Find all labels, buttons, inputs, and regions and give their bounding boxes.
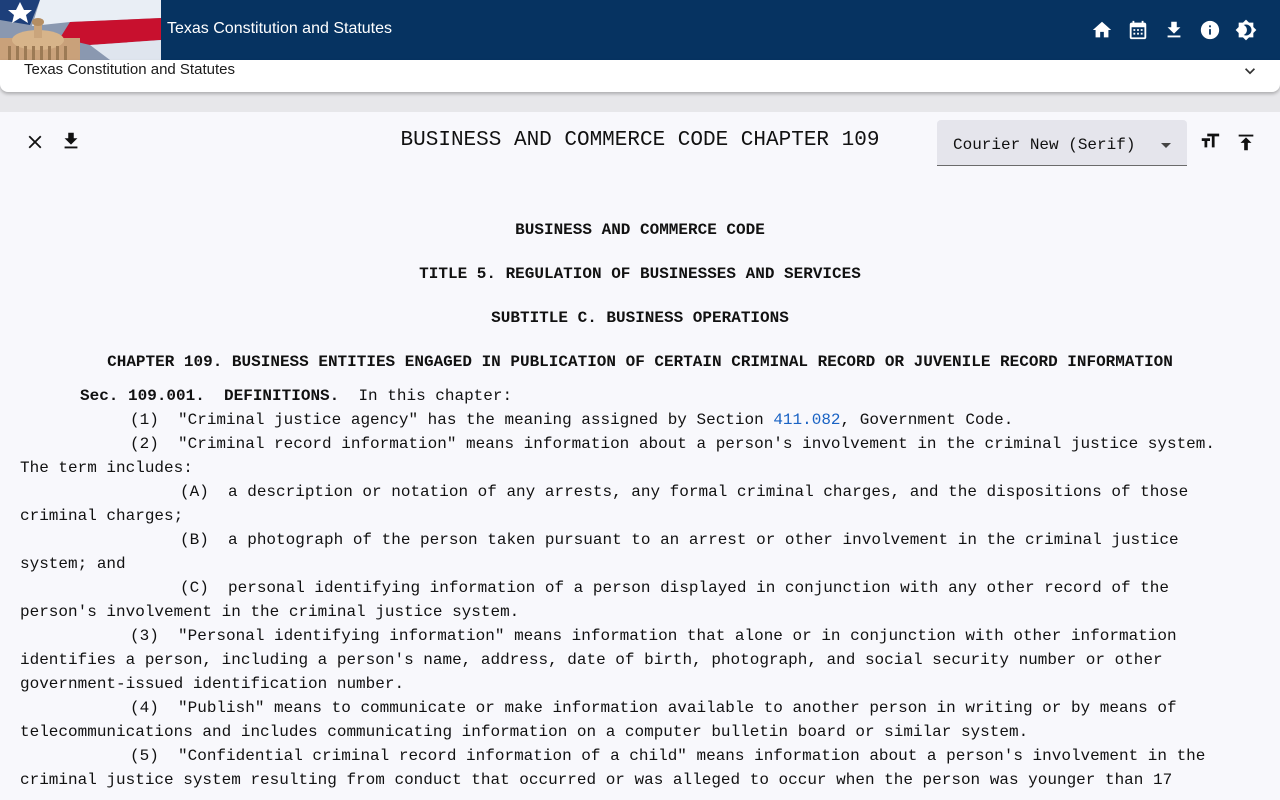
calendar-icon [1129, 20, 1147, 40]
document-viewer: BUSINESS AND COMMERCE CODE CHAPTER 109 C… [0, 112, 1280, 800]
paragraph-1: (1) "Criminal justice agency" has the me… [20, 408, 1270, 432]
download-icon [1167, 21, 1181, 38]
home-button[interactable] [1090, 18, 1114, 42]
paragraph-5-line: (5) "Confidential criminal record inform… [130, 747, 1206, 765]
subtitle-heading: SUBTITLE C. BUSINESS OPERATIONS [491, 309, 789, 327]
expand-panel-button[interactable] [1240, 61, 1260, 81]
paragraph-2-line: (2) "Criminal record information" means … [130, 435, 1215, 453]
section-link[interactable]: 411.082 [773, 411, 840, 429]
panel-title: Texas Constitution and Statutes [24, 61, 235, 78]
document-title: BUSINESS AND COMMERCE CODE CHAPTER 109 [400, 129, 880, 152]
chevron-down-icon [1245, 68, 1255, 75]
paragraph-4-line: telecommunications and includes communic… [20, 723, 1029, 741]
subparagraph-a-line: (A) a description or notation of any arr… [180, 483, 1189, 501]
code-heading: BUSINESS AND COMMERCE CODE [515, 221, 765, 239]
paragraph-text: (1) "Criminal justice agency" has the me… [130, 411, 774, 429]
brightness-icon [1235, 19, 1257, 41]
scroll-to-top-button[interactable] [1234, 130, 1258, 154]
close-icon [28, 135, 42, 149]
calendar-button[interactable] [1126, 18, 1150, 42]
paragraph-text: , Government Code. [840, 411, 1014, 429]
subparagraph-c-line: person's involvement in the criminal jus… [20, 603, 520, 621]
paragraph-3-line: identifies a person, including a person'… [20, 651, 1163, 669]
text-size-icon [1201, 133, 1220, 148]
document-body: BUSINESS AND COMMERCE CODE TITLE 5. REGU… [20, 208, 1270, 792]
home-icon [1092, 21, 1112, 38]
section-intro: In this chapter: [339, 387, 513, 405]
close-button[interactable] [23, 130, 47, 154]
title-heading: TITLE 5. REGULATION OF BUSINESSES AND SE… [419, 265, 861, 283]
subparagraph-c-line: (C) personal identifying information of … [180, 579, 1169, 597]
app-title: Texas Constitution and Statutes [167, 20, 393, 37]
dropdown-caret-icon [1161, 143, 1171, 148]
brightness-button[interactable] [1234, 18, 1258, 42]
info-icon [1200, 20, 1220, 40]
paragraph-4-line: (4) "Publish" means to communicate or ma… [130, 699, 1177, 717]
subparagraph-a-line: criminal charges; [20, 507, 184, 525]
subparagraph-b-line: system; and [20, 555, 126, 573]
paragraph-2-line: The term includes: [20, 459, 193, 477]
capitol-flag-image [0, 0, 161, 60]
app-bar: Texas Constitution and Statutes [0, 0, 1280, 60]
section-line: Sec. 109.001. DEFINITIONS. In this chapt… [20, 384, 1270, 408]
download-icon [64, 132, 78, 149]
paragraph-5-line: criminal justice system resulting from c… [20, 771, 1173, 789]
download-document-button[interactable] [59, 129, 83, 153]
info-button[interactable] [1198, 18, 1222, 42]
app-logo [0, 0, 161, 60]
scroll-to-top-icon [1238, 134, 1254, 151]
font-select-value: Courier New (Serif) [953, 136, 1136, 154]
section-label: Sec. 109.001. DEFINITIONS. [80, 387, 340, 405]
collapsed-panel[interactable]: Texas Constitution and Statutes [0, 60, 1280, 92]
font-select[interactable]: Courier New (Serif) [937, 120, 1187, 166]
subparagraph-b-line: (B) a photograph of the person taken pur… [180, 531, 1179, 549]
text-size-button[interactable] [1198, 129, 1222, 153]
paragraph-3-line: government-issued identification number. [20, 675, 405, 693]
paragraph-3-line: (3) "Personal identifying information" m… [130, 627, 1177, 645]
chapter-heading: CHAPTER 109. BUSINESS ENTITIES ENGAGED I… [107, 353, 1173, 371]
download-button[interactable] [1162, 18, 1186, 42]
